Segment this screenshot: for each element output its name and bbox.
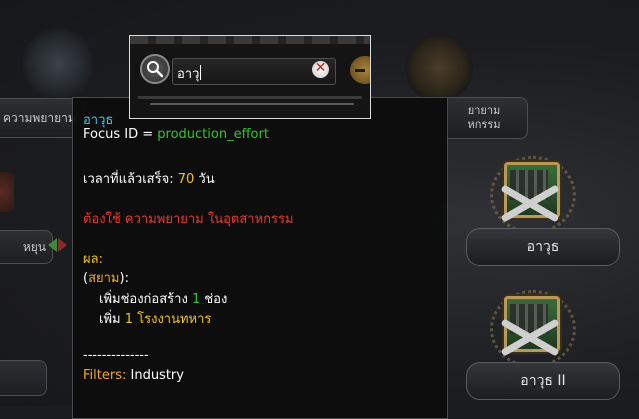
search-query: อาวุ: [177, 67, 200, 82]
focus-icon-left[interactable]: [0, 172, 14, 212]
effect1-value: 1: [191, 292, 201, 307]
arrow-left-icon[interactable]: [48, 238, 57, 252]
focus-label-left-text: ความพยายาม: [3, 110, 76, 125]
tooltip-country: (สยาม):: [83, 267, 129, 288]
focus-label-right-line2: หกรรม: [467, 118, 501, 131]
focus-label-weapons[interactable]: อาวุธ: [466, 228, 620, 266]
filters-label: Filters:: [83, 368, 127, 383]
time-unit: วัน: [194, 172, 215, 187]
effect2-prefix: เพิ่ม: [99, 312, 125, 327]
focus-label-right-line1: ยายาม: [467, 104, 501, 117]
tooltip-effect-1: เพิ่มช่องก่อสร้าง 1 ช่อง: [99, 288, 227, 309]
time-label: เวลาที่แล้วเสร็จ:: [83, 172, 178, 187]
effect2-suffix: โรงงานทหาร: [133, 312, 212, 327]
time-value: 70: [177, 172, 195, 187]
focus-label-weapons-2-text: อาวุธ II: [520, 373, 566, 389]
tooltip-separator: --------------: [83, 348, 149, 363]
focus-label-weapons-text: อาวุธ: [526, 239, 560, 255]
search-icon: [147, 61, 164, 78]
tooltip-requirement: ต้องใช้ ความพยายาม ในอุตสาหกรรม: [83, 212, 294, 227]
effect1-suffix: ช่อง: [200, 292, 228, 307]
search-button[interactable]: [140, 54, 170, 84]
focus-label-left-bottom[interactable]: [0, 360, 47, 396]
clear-search-button[interactable]: ✕: [312, 60, 329, 78]
country-name: สยาม: [88, 271, 120, 286]
effect2-value: 1: [124, 312, 133, 327]
clear-icon: ✕: [314, 60, 327, 76]
minus-icon: [355, 69, 365, 72]
panel-top-ornament: [130, 36, 370, 44]
panel-divider: [138, 96, 362, 99]
focus-tooltip: อาวุธ Focus ID = production_effort เวลาท…: [72, 97, 448, 419]
tooltip-effect-2: เพิ่ม 1 โรงงานทหาร: [99, 308, 211, 329]
anchor-emblem-icon: [22, 28, 94, 100]
focus-id-key: Focus ID =: [83, 127, 158, 142]
focus-label-left-mid[interactable]: หยุน: [0, 230, 53, 264]
tooltip-completion-time: เวลาที่แล้วเสร็จ: 70 วัน: [83, 168, 215, 189]
focus-label-weapons-2[interactable]: อาวุธ II: [466, 362, 620, 400]
tooltip-effects-label: ผล:: [83, 252, 103, 267]
tooltip-filters: Filters: Industry: [83, 368, 184, 383]
filters-value: Industry: [126, 368, 184, 383]
focus-id-value: production_effort: [157, 127, 269, 142]
country-close: ):: [119, 271, 129, 286]
arrow-right-icon[interactable]: [58, 238, 67, 252]
panel-divider-2: [150, 103, 354, 105]
tooltip-focus-id: Focus ID = production_effort: [83, 127, 269, 142]
focus-icon-weapons-2[interactable]: [490, 290, 576, 368]
effect1-prefix: เพิ่มช่องก่อสร้าง: [99, 292, 192, 307]
hammer-emblem-icon: [405, 34, 473, 102]
focus-icon-weapons[interactable]: [490, 156, 576, 234]
focus-label-right[interactable]: ยายาม หกรรม: [440, 97, 528, 139]
text-caret: [200, 65, 202, 80]
search-input-value: อาวุ: [177, 63, 202, 84]
focus-label-left-mid-text: หยุน: [22, 239, 46, 254]
search-panel: อาวุ ✕: [129, 35, 371, 119]
